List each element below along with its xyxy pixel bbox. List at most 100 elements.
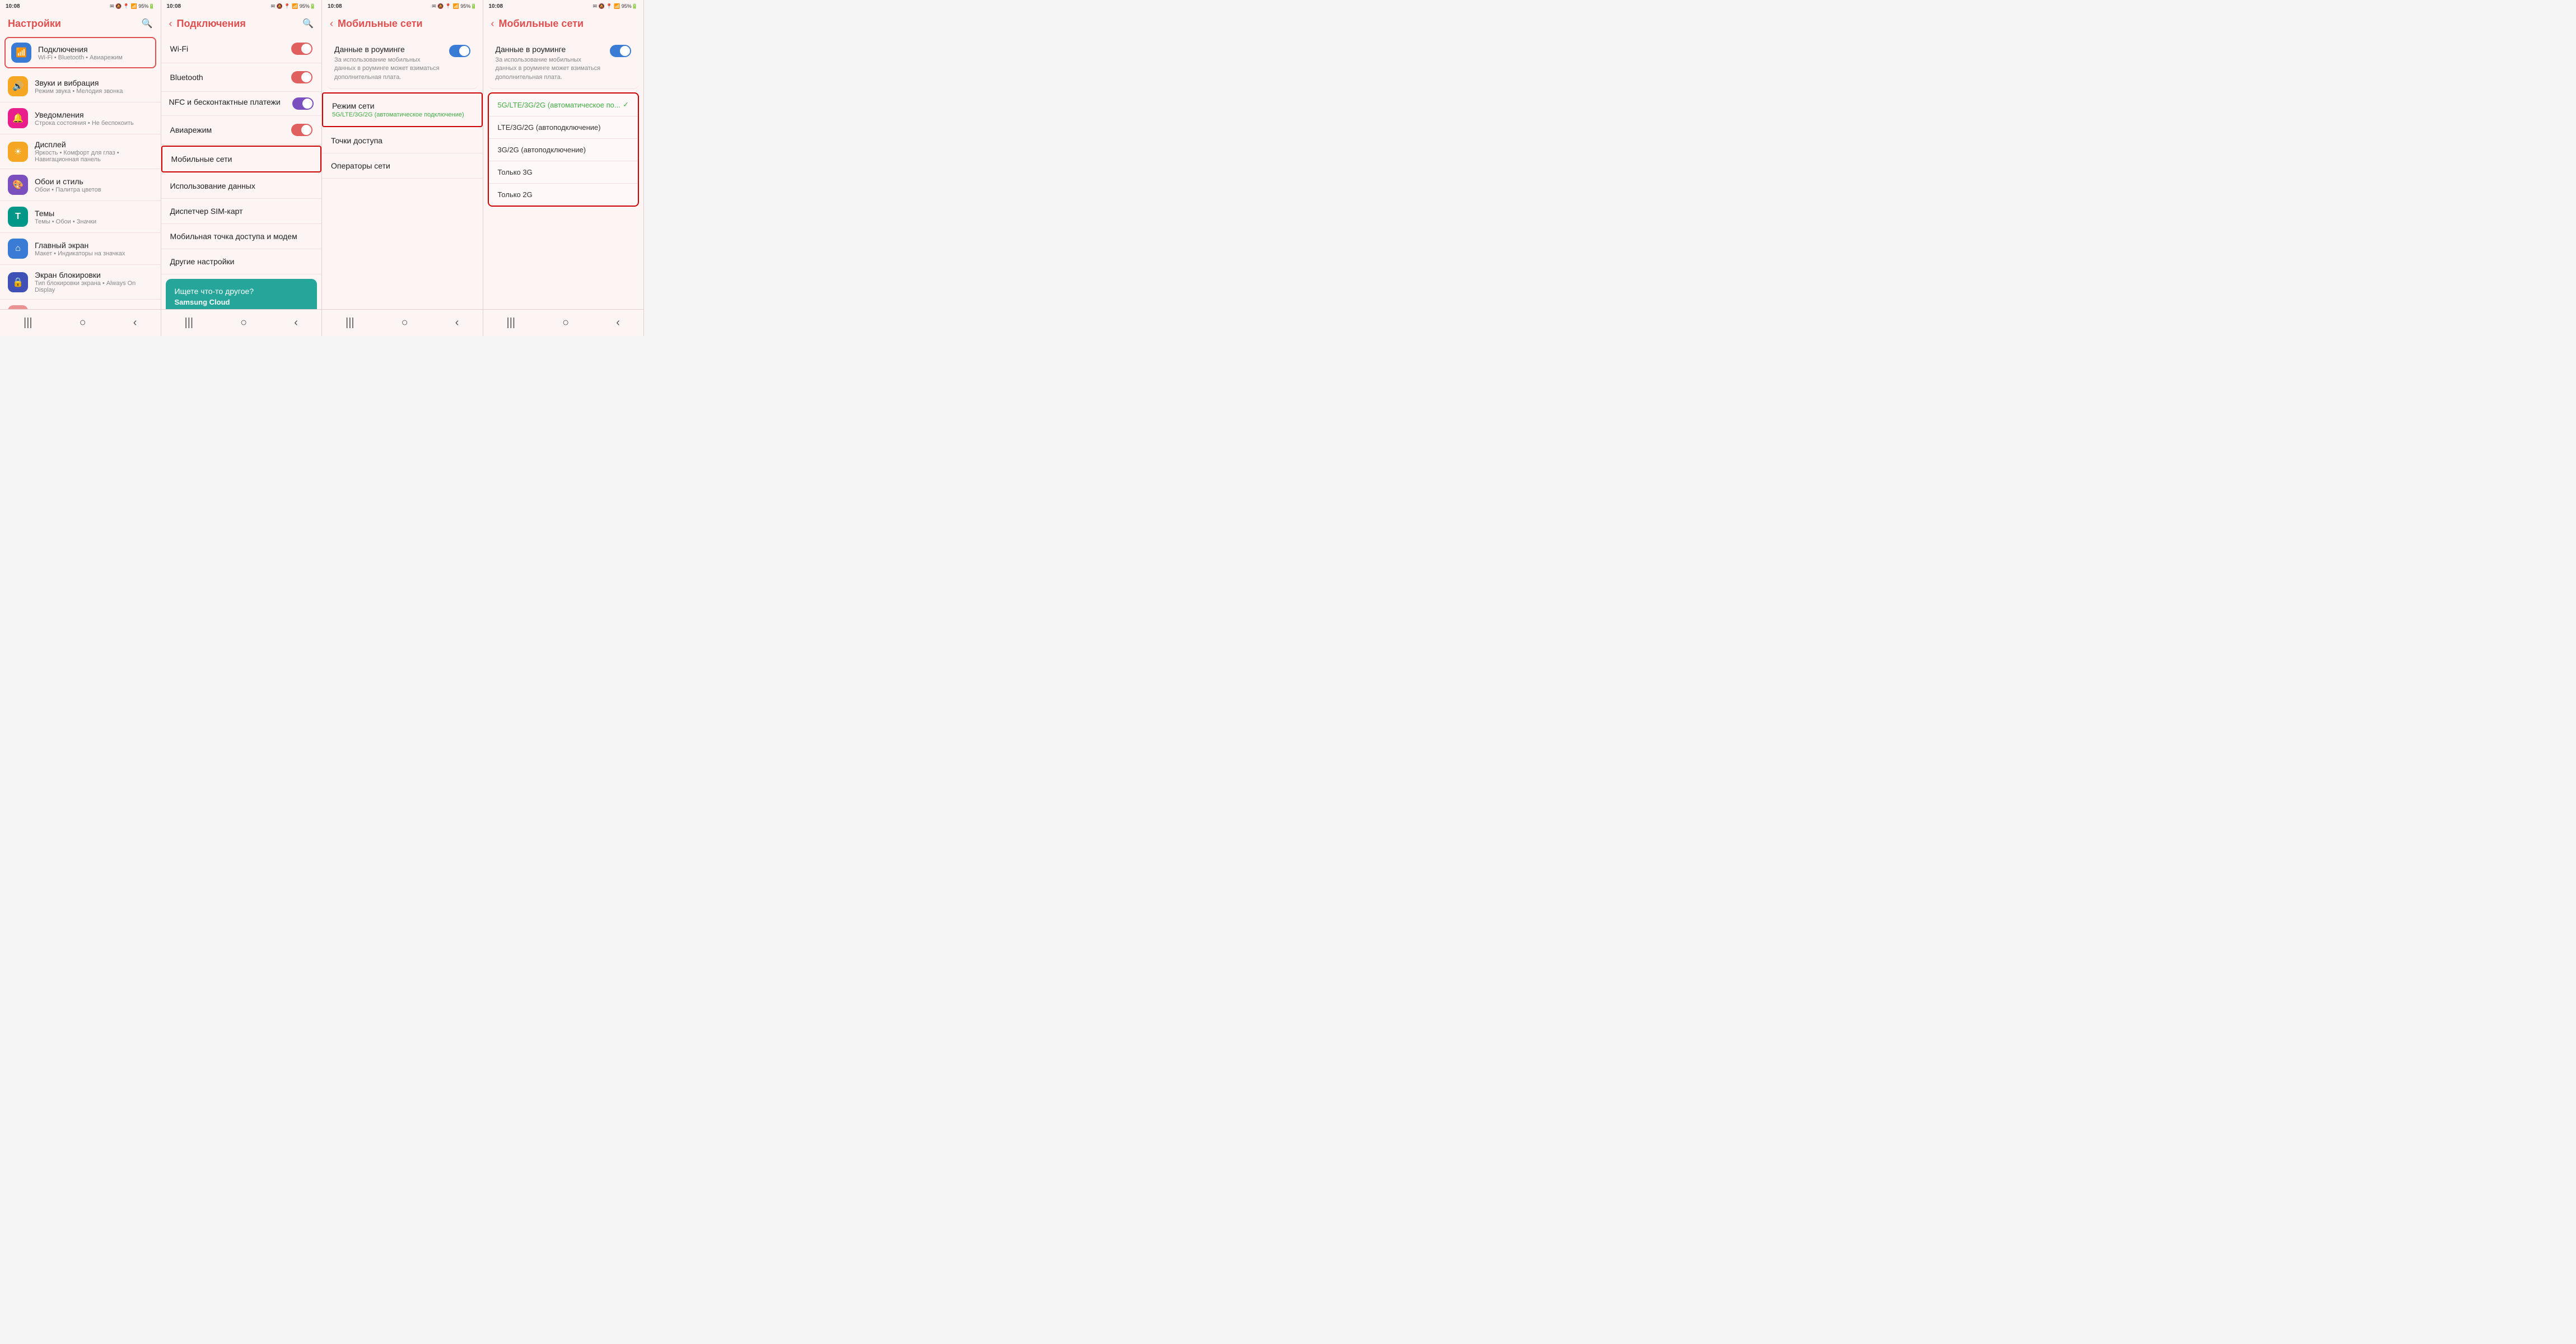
themes-subtitle: Темы • Обои • Значки xyxy=(35,218,153,225)
roaming-toggle-4[interactable] xyxy=(610,45,631,57)
menu-item-accesspoints[interactable]: Точки доступа xyxy=(322,128,483,153)
lockscreen-text: Экран блокировки Тип блокировки экрана •… xyxy=(35,270,153,293)
menu-item-nfc[interactable]: NFC и бесконтактные платежи xyxy=(161,92,322,116)
search-icon-1[interactable]: 🔍 xyxy=(142,18,153,29)
roaming-card: Данные в роуминге За использование мобил… xyxy=(326,38,478,89)
homescreen-icon: ⌂ xyxy=(8,239,28,259)
wifi-toggle[interactable] xyxy=(291,43,312,55)
sound-subtitle: Режим звука • Мелодия звонка xyxy=(35,88,153,95)
network-mode-dropdown[interactable]: 5G/LTE/3G/2G (автоматическое по... ✓ LTE… xyxy=(488,92,640,207)
simmanager-label: Диспетчер SIM-карт xyxy=(170,207,243,216)
menu-item-othersettings[interactable]: Другие настройки xyxy=(161,249,322,274)
suggestion-subtitle: Samsung Cloud xyxy=(175,298,309,306)
notifications-title: Уведомления xyxy=(35,110,153,119)
nav-menu-3[interactable]: ||| xyxy=(337,314,363,332)
roaming-toggle[interactable] xyxy=(449,45,470,57)
dropdown-option-lte[interactable]: LTE/3G/2G (автоподключение) xyxy=(489,116,638,139)
sound-text: Звуки и вибрация Режим звука • Мелодия з… xyxy=(35,78,153,95)
menu-item-hotspot[interactable]: Мобильная точка доступа и модем xyxy=(161,224,322,249)
status-icons-4: ✉ 🔕 📍 📶 95%🔋 xyxy=(593,3,638,10)
wallpaper-title: Обои и стиль xyxy=(35,177,153,186)
nav-menu-1[interactable]: ||| xyxy=(15,314,41,332)
settings-item-homescreen[interactable]: ⌂ Главный экран Макет • Индикаторы на зн… xyxy=(0,233,161,265)
status-bar-4: 10:08 ✉ 🔕 📍 📶 95%🔋 xyxy=(483,0,644,12)
option-2g-label: Только 2G xyxy=(498,190,533,199)
settings-item-sound[interactable]: 🔊 Звуки и вибрация Режим звука • Мелодия… xyxy=(0,71,161,102)
nav-home-1[interactable]: ○ xyxy=(71,314,95,332)
content-2: Wi-Fi Bluetooth NFC и бесконтактные плат… xyxy=(161,35,322,309)
top-bar-4: ‹ Мобильные сети xyxy=(483,12,644,35)
biometrics-icon: ☁ xyxy=(8,305,28,309)
option-3g-label: Только 3G xyxy=(498,168,533,176)
menu-item-operators[interactable]: Операторы сети xyxy=(322,153,483,179)
nav-home-2[interactable]: ○ xyxy=(231,314,256,332)
roaming-card-4: Данные в роуминге За использование мобил… xyxy=(488,38,640,89)
dropdown-option-3g[interactable]: Только 3G xyxy=(489,161,638,184)
bottom-nav-3: ||| ○ ‹ xyxy=(322,309,483,336)
menu-item-mobilenet[interactable]: Мобильные сети xyxy=(161,146,322,172)
nav-back-2[interactable]: ‹ xyxy=(285,314,307,332)
menu-item-bluetooth[interactable]: Bluetooth xyxy=(161,63,322,92)
notifications-icon: 🔔 xyxy=(8,108,28,128)
nfc-text: NFC и бесконтактные платежи xyxy=(169,97,293,106)
status-time-3: 10:08 xyxy=(328,3,342,10)
status-time-1: 10:08 xyxy=(6,3,20,10)
nav-back-4[interactable]: ‹ xyxy=(607,314,629,332)
network-mode-item[interactable]: Режим сети 5G/LTE/3G/2G (автоматическое … xyxy=(322,92,483,127)
back-icon-4[interactable]: ‹ xyxy=(491,18,494,30)
accesspoints-label: Точки доступа xyxy=(331,136,382,145)
roaming-text: Данные в роуминге За использование мобил… xyxy=(334,45,442,82)
settings-item-notifications[interactable]: 🔔 Уведомления Строка состояния • Не бесп… xyxy=(0,102,161,134)
display-title: Дисплей xyxy=(35,140,153,149)
nav-menu-4[interactable]: ||| xyxy=(498,314,525,332)
nav-menu-2[interactable]: ||| xyxy=(176,314,203,332)
wallpaper-subtitle: Обои • Палитра цветов xyxy=(35,186,153,193)
status-bar-2: 10:08 ✉ 🔕 📍 📶 95%🔋 xyxy=(161,0,322,12)
connections-subtitle: Wi-Fi • Bluetooth • Авиарежим xyxy=(38,54,150,61)
airplane-toggle[interactable] xyxy=(291,124,312,136)
nfc-toggle[interactable] xyxy=(292,97,314,110)
display-subtitle: Яркость • Комфорт для глаз • Навигационн… xyxy=(35,150,153,163)
dropdown-option-5g[interactable]: 5G/LTE/3G/2G (автоматическое по... ✓ xyxy=(489,94,638,116)
bluetooth-toggle[interactable] xyxy=(291,71,312,83)
back-icon-2[interactable]: ‹ xyxy=(169,18,172,30)
homescreen-title: Главный экран xyxy=(35,241,153,250)
content-4: Данные в роуминге За использование мобил… xyxy=(483,35,644,309)
page-title-4: Мобильные сети xyxy=(499,18,636,30)
themes-text: Темы Темы • Обои • Значки xyxy=(35,209,153,225)
sound-title: Звуки и вибрация xyxy=(35,78,153,87)
panel-settings: 10:08 ✉ 🔕 📍 📶 95%🔋 Настройки 🔍 📶 Подключ… xyxy=(0,0,161,336)
dropdown-option-3g2g[interactable]: 3G/2G (автоподключение) xyxy=(489,139,638,161)
menu-item-datausage[interactable]: Использование данных xyxy=(161,174,322,199)
panel-mobilenets2: 10:08 ✉ 🔕 📍 📶 95%🔋 ‹ Мобильные сети Данн… xyxy=(483,0,645,336)
nav-home-3[interactable]: ○ xyxy=(393,314,417,332)
suggestion-banner[interactable]: Ищете что-то другое? Samsung Cloud xyxy=(166,279,318,309)
option-5g-label: 5G/LTE/3G/2G (автоматическое по... xyxy=(498,101,620,109)
menu-item-airplane[interactable]: Авиарежим xyxy=(161,116,322,144)
notifications-subtitle: Строка состояния • Не беспокоить xyxy=(35,120,153,127)
lockscreen-subtitle: Тип блокировки экрана • Always On Displa… xyxy=(35,280,153,293)
search-icon-2[interactable]: 🔍 xyxy=(302,18,314,29)
top-bar-2: ‹ Подключения 🔍 xyxy=(161,12,322,35)
settings-item-themes[interactable]: T Темы Темы • Обои • Значки xyxy=(0,201,161,233)
menu-item-wifi[interactable]: Wi-Fi xyxy=(161,35,322,63)
checkmark-icon: ✓ xyxy=(623,100,629,109)
othersettings-label: Другие настройки xyxy=(170,257,235,266)
settings-item-display[interactable]: ☀ Дисплей Яркость • Комфорт для глаз • Н… xyxy=(0,134,161,169)
roaming-desc: За использование мобильных данных в роум… xyxy=(334,56,442,82)
nav-back-1[interactable]: ‹ xyxy=(124,314,146,332)
operators-label: Операторы сети xyxy=(331,161,390,170)
status-time-4: 10:08 xyxy=(489,3,503,10)
dropdown-option-2g[interactable]: Только 2G xyxy=(489,184,638,206)
nav-home-4[interactable]: ○ xyxy=(553,314,578,332)
settings-item-biometrics[interactable]: ☁ Б... xyxy=(0,300,161,309)
settings-item-lockscreen[interactable]: 🔒 Экран блокировки Тип блокировки экрана… xyxy=(0,265,161,300)
menu-item-simmanager[interactable]: Диспетчер SIM-карт xyxy=(161,199,322,224)
nav-back-3[interactable]: ‹ xyxy=(446,314,468,332)
settings-item-connections[interactable]: 📶 Подключения Wi-Fi • Bluetooth • Авиаре… xyxy=(4,37,156,68)
settings-item-wallpaper[interactable]: 🎨 Обои и стиль Обои • Палитра цветов xyxy=(0,169,161,201)
wifi-label: Wi-Fi xyxy=(170,44,189,53)
bottom-nav-4: ||| ○ ‹ xyxy=(483,309,644,336)
back-icon-3[interactable]: ‹ xyxy=(330,18,333,30)
connections-text: Подключения Wi-Fi • Bluetooth • Авиарежи… xyxy=(38,45,150,61)
